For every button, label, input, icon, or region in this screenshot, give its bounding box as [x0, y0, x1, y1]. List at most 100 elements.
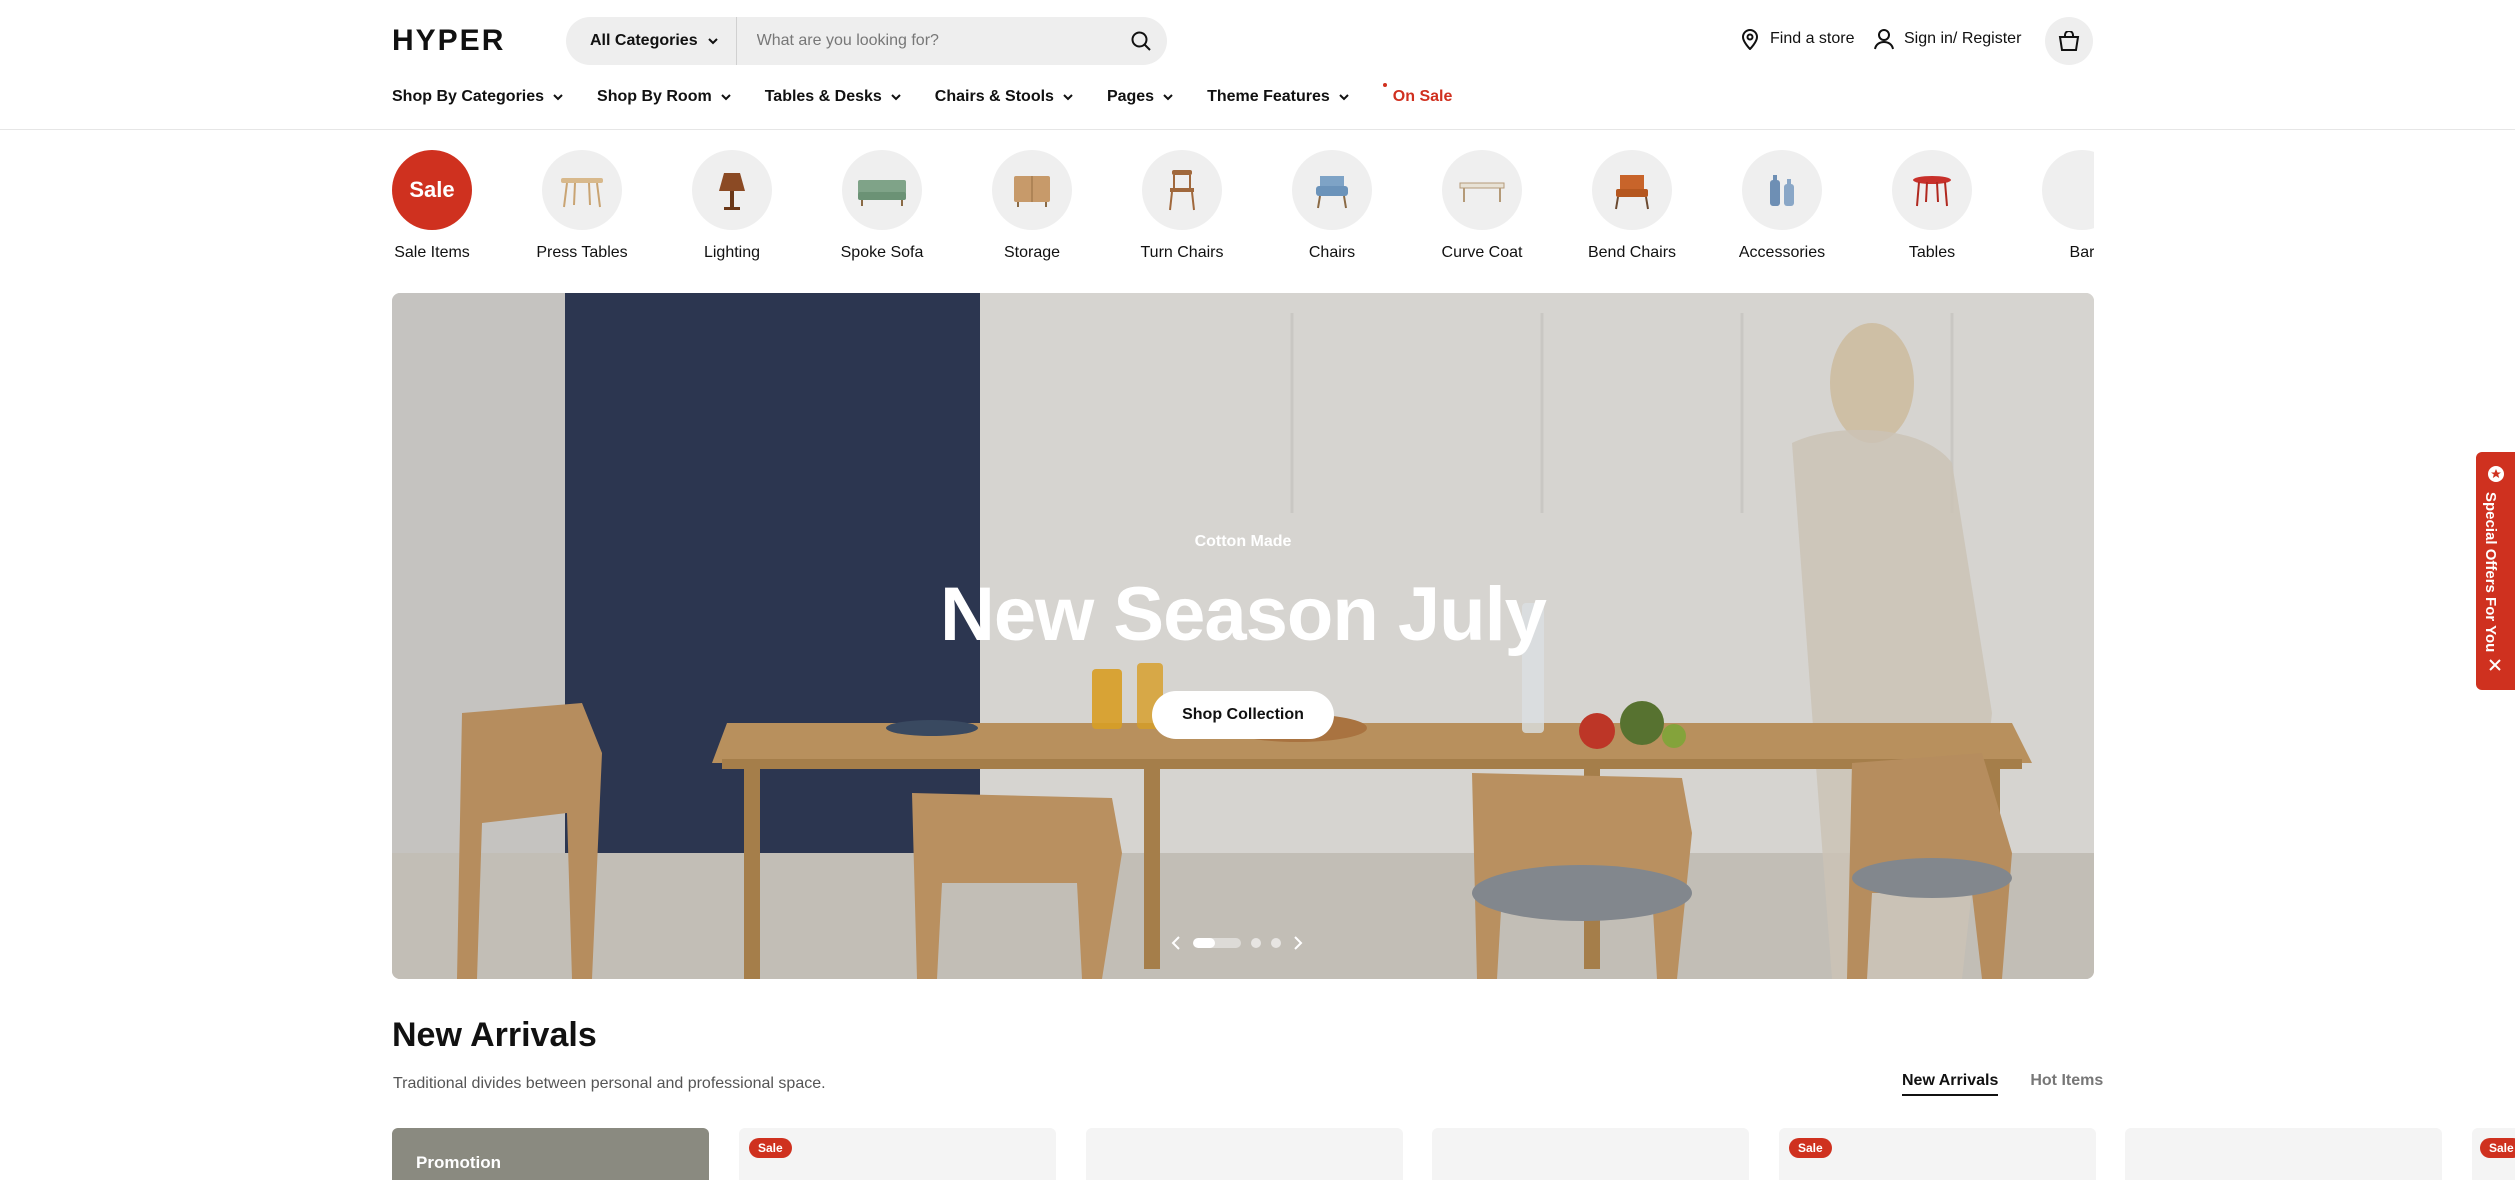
category-label: Curve Coat [1441, 244, 1523, 261]
special-offers-label: Special Offers For You [2482, 492, 2499, 653]
category-bend-chairs[interactable]: Bend Chairs [1567, 150, 1697, 262]
slider-dot-1[interactable] [1193, 938, 1241, 948]
category-press-tables[interactable]: Press Tables [517, 150, 647, 262]
category-label: Accessories [1738, 244, 1826, 261]
category-spoke-sofa[interactable]: Spoke Sofa [817, 150, 947, 262]
category-storage[interactable]: Storage [967, 150, 1097, 262]
nav-pages[interactable]: Pages [1107, 88, 1173, 106]
section-tabs: New Arrivals Hot Items [1902, 1072, 2103, 1096]
nav-label: Shop By Room [597, 88, 712, 105]
category-turn-chairs[interactable]: Turn Chairs [1117, 150, 1247, 262]
bar-stool-icon [2042, 150, 2094, 230]
badge-icon [2488, 466, 2504, 482]
chevron-down-icon [1163, 93, 1173, 100]
category-label: Lighting [703, 244, 761, 261]
category-label: Bend Chairs [1587, 244, 1677, 261]
product-card[interactable] [1432, 1128, 1749, 1180]
sale-badge: Sale [392, 150, 472, 230]
nav-on-sale[interactable]: On Sale [1382, 83, 1452, 106]
search-button[interactable] [1115, 17, 1167, 65]
category-lighting[interactable]: Lighting [667, 150, 797, 262]
promotion-card[interactable]: Promotion [392, 1128, 709, 1180]
bench-icon [1442, 150, 1522, 230]
product-card[interactable]: Sale [1779, 1128, 2096, 1180]
slider-pagination [1164, 931, 1310, 955]
side-table-icon [1892, 150, 1972, 230]
nav-tables-desks[interactable]: Tables & Desks [765, 88, 901, 106]
product-card[interactable] [1086, 1128, 1403, 1180]
nav-label: Pages [1106, 88, 1155, 105]
category-chairs[interactable]: Chairs [1267, 150, 1397, 262]
table-icon [542, 150, 622, 230]
product-card[interactable]: Sale [2472, 1128, 2515, 1180]
category-label: Tables [1908, 244, 1956, 261]
product-card[interactable]: Sale [739, 1128, 1056, 1180]
category-label: Turn Chairs [1140, 244, 1224, 261]
category-bar[interactable]: Bar [2017, 150, 2094, 262]
site-header: HYPER All Categories Find a store Sign i… [0, 0, 2515, 130]
category-accessories[interactable]: Accessories [1717, 150, 1847, 262]
sale-badge: Sale [1789, 1138, 1832, 1158]
nav-label: Tables & Desks [764, 88, 882, 105]
category-label: Bar [2069, 244, 2094, 261]
shopping-bag-icon [2058, 31, 2080, 51]
chevron-down-icon [707, 37, 718, 44]
category-curve-coat[interactable]: Curve Coat [1417, 150, 1547, 262]
sign-in-link[interactable]: Sign in/ Register [1874, 28, 2021, 50]
category-tables[interactable]: Tables [1867, 150, 1997, 262]
armchair-icon [1292, 150, 1372, 230]
category-select[interactable]: All Categories [566, 17, 737, 65]
product-card[interactable] [2125, 1128, 2442, 1180]
hero-title: New Season July [940, 572, 1547, 657]
chevron-down-icon [720, 93, 731, 100]
chevron-down-icon [553, 93, 563, 100]
chevron-down-icon [891, 93, 901, 100]
slider-dot-3[interactable] [1271, 938, 1281, 948]
find-store-label: Find a store [1770, 30, 1855, 47]
chevron-down-icon [1063, 93, 1073, 100]
nav-shop-by-room[interactable]: Shop By Room [597, 88, 731, 106]
slider-prev-button[interactable] [1164, 931, 1188, 955]
search-icon [1131, 31, 1151, 51]
cart-button[interactable] [2045, 17, 2093, 65]
chevron-left-icon [1171, 936, 1180, 950]
chevron-right-icon [1294, 936, 1303, 950]
tab-hot-items[interactable]: Hot Items [2030, 1072, 2103, 1096]
location-pin-icon [1741, 29, 1759, 50]
category-label: Storage [1003, 244, 1061, 261]
nav-chairs-stools[interactable]: Chairs & Stools [935, 88, 1073, 106]
category-sale-items[interactable]: Sale Sale Items [392, 150, 497, 262]
special-offers-tab[interactable]: Special Offers For You [2476, 452, 2515, 690]
lamp-icon [692, 150, 772, 230]
cabinet-icon [992, 150, 1072, 230]
section-title: New Arrivals [392, 1016, 597, 1054]
slider-dot-2[interactable] [1251, 938, 1261, 948]
category-select-label: All Categories [590, 32, 698, 49]
category-label: Spoke Sofa [840, 244, 924, 261]
chair-icon [1142, 150, 1222, 230]
nav-theme-features[interactable]: Theme Features [1207, 88, 1349, 106]
shop-collection-button[interactable]: Shop Collection [1152, 691, 1334, 739]
sale-badge: Sale [749, 1138, 792, 1158]
main-nav: Shop By Categories Shop By Room Tables &… [392, 83, 1486, 106]
tab-new-arrivals[interactable]: New Arrivals [1902, 1072, 1999, 1096]
hero-eyebrow: Cotton Made [1194, 533, 1292, 550]
sofa-icon [842, 150, 922, 230]
search-input[interactable] [736, 17, 1115, 65]
nav-label: Shop By Categories [392, 88, 545, 105]
slider-next-button[interactable] [1286, 931, 1310, 955]
hero-banner: Cotton Made New Season July Shop Collect… [392, 293, 2094, 979]
logo[interactable]: HYPER [392, 24, 505, 58]
vase-icon [1742, 150, 1822, 230]
category-label: Press Tables [536, 244, 628, 261]
lounge-chair-icon [1592, 150, 1672, 230]
nav-label: Theme Features [1207, 88, 1330, 105]
promotion-label: Promotion [416, 1153, 501, 1172]
product-carousel: Promotion Sale Sale Sale [392, 1128, 2515, 1180]
nav-shop-by-categories[interactable]: Shop By Categories [392, 88, 563, 106]
close-icon[interactable] [2488, 658, 2502, 672]
search-bar: All Categories [566, 17, 1167, 65]
find-store-link[interactable]: Find a store [1740, 28, 1854, 50]
sign-in-label: Sign in/ Register [1904, 30, 2022, 47]
chevron-down-icon [1339, 93, 1349, 100]
